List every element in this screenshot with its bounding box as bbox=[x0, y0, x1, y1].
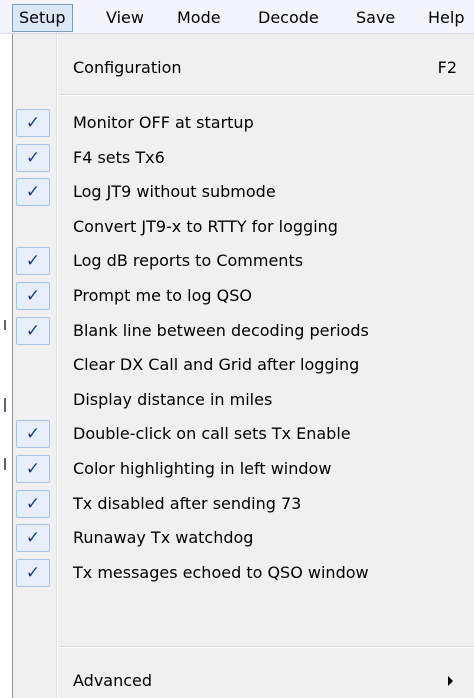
menu-item-label: Prompt me to log QSO bbox=[73, 286, 252, 305]
checkmark-icon: ✓ bbox=[16, 282, 50, 310]
menu-item-label: Convert JT9-x to RTTY for logging bbox=[73, 216, 338, 236]
menu-item-option[interactable]: ✓ Tx disabled after sending 73 bbox=[13, 488, 474, 520]
submenu-arrow-icon bbox=[448, 676, 453, 686]
menu-item-option[interactable]: ✓ Color highlighting in left window bbox=[13, 453, 474, 485]
menu-item-label: Blank line between decoding periods bbox=[73, 320, 369, 340]
menu-item-option[interactable]: ✓ Prompt me to log QSO bbox=[13, 280, 474, 312]
menu-item-option[interactable]: ✓ Runaway Tx watchdog bbox=[13, 522, 474, 554]
background-window-edge bbox=[0, 34, 12, 698]
menu-item-label: Log dB reports to Comments bbox=[73, 251, 304, 271]
menu-item-option[interactable]: ✓ F4 sets Tx6 bbox=[13, 142, 474, 174]
menu-item-option[interactable]: ✓ Blank line between decoding periods bbox=[13, 315, 474, 347]
checkmark-icon: ✓ bbox=[16, 524, 50, 553]
checkmark-icon: ✓ bbox=[16, 143, 50, 172]
menu-item-label: Tx disabled after sending 73 bbox=[73, 493, 302, 513]
checkmark-icon: ✓ bbox=[16, 420, 50, 449]
menu-item-option[interactable]: ✓ Double-click on call sets Tx Enable bbox=[13, 418, 474, 450]
menu-item-label: Monitor OFF at startup bbox=[73, 113, 254, 132]
menu-separator bbox=[60, 646, 474, 648]
setup-dropdown-menu: Configuration F2 ✓ Monitor OFF at startup… bbox=[12, 34, 474, 698]
checkmark-icon: ✓ bbox=[16, 109, 50, 137]
menu-bar: Setup View Mode Decode Save Help bbox=[0, 0, 474, 34]
menu-item-label: Double-click on call sets Tx Enable bbox=[73, 424, 351, 444]
menu-item-label: Color highlighting in left window bbox=[73, 459, 332, 478]
menu-view[interactable]: View bbox=[106, 5, 144, 31]
checkmark-icon: ✓ bbox=[16, 558, 50, 587]
background-mark bbox=[4, 320, 6, 330]
menu-item-label: Advanced bbox=[73, 671, 153, 690]
menu-item-option[interactable]: Convert JT9-x to RTTY for logging bbox=[13, 211, 474, 243]
menu-separator bbox=[60, 94, 474, 96]
menu-item-label: F4 sets Tx6 bbox=[73, 147, 165, 167]
menu-item-label: Log JT9 without submode bbox=[73, 182, 276, 202]
checkmark-icon: ✓ bbox=[16, 455, 50, 483]
menu-item-option[interactable]: Display distance in miles bbox=[13, 384, 474, 416]
menu-item-option[interactable]: Clear DX Call and Grid after logging bbox=[13, 349, 474, 381]
menu-save[interactable]: Save bbox=[356, 5, 395, 31]
checkmark-icon: ✓ bbox=[16, 247, 50, 276]
menu-item-label: Clear DX Call and Grid after logging bbox=[73, 355, 360, 375]
menu-setup[interactable]: Setup bbox=[12, 4, 73, 32]
checkmark-icon: ✓ bbox=[16, 489, 50, 518]
menu-item-configuration[interactable]: Configuration F2 bbox=[13, 52, 474, 84]
menu-item-shortcut: F2 bbox=[437, 58, 457, 77]
menu-item-option[interactable]: ✓ Log JT9 without submode bbox=[13, 176, 474, 208]
checkmark-icon: ✓ bbox=[16, 178, 50, 207]
menu-item-label: Tx messages echoed to QSO window bbox=[73, 562, 369, 582]
menu-item-option[interactable]: ✓ Tx messages echoed to QSO window bbox=[13, 557, 474, 589]
menu-item-label: Display distance in miles bbox=[73, 389, 273, 409]
menu-decode[interactable]: Decode bbox=[258, 5, 319, 31]
checkmark-icon: ✓ bbox=[16, 316, 50, 345]
menu-item-label: Runaway Tx watchdog bbox=[73, 528, 254, 548]
background-mark bbox=[4, 458, 6, 470]
menu-help[interactable]: Help bbox=[428, 5, 464, 31]
menu-item-option[interactable]: ✓ Log dB reports to Comments bbox=[13, 245, 474, 277]
menu-item-advanced[interactable]: Advanced bbox=[13, 665, 474, 697]
menu-mode[interactable]: Mode bbox=[177, 5, 221, 31]
menu-item-option[interactable]: ✓ Monitor OFF at startup bbox=[13, 107, 474, 139]
background-mark bbox=[4, 398, 6, 412]
menu-item-label: Configuration bbox=[73, 58, 182, 77]
